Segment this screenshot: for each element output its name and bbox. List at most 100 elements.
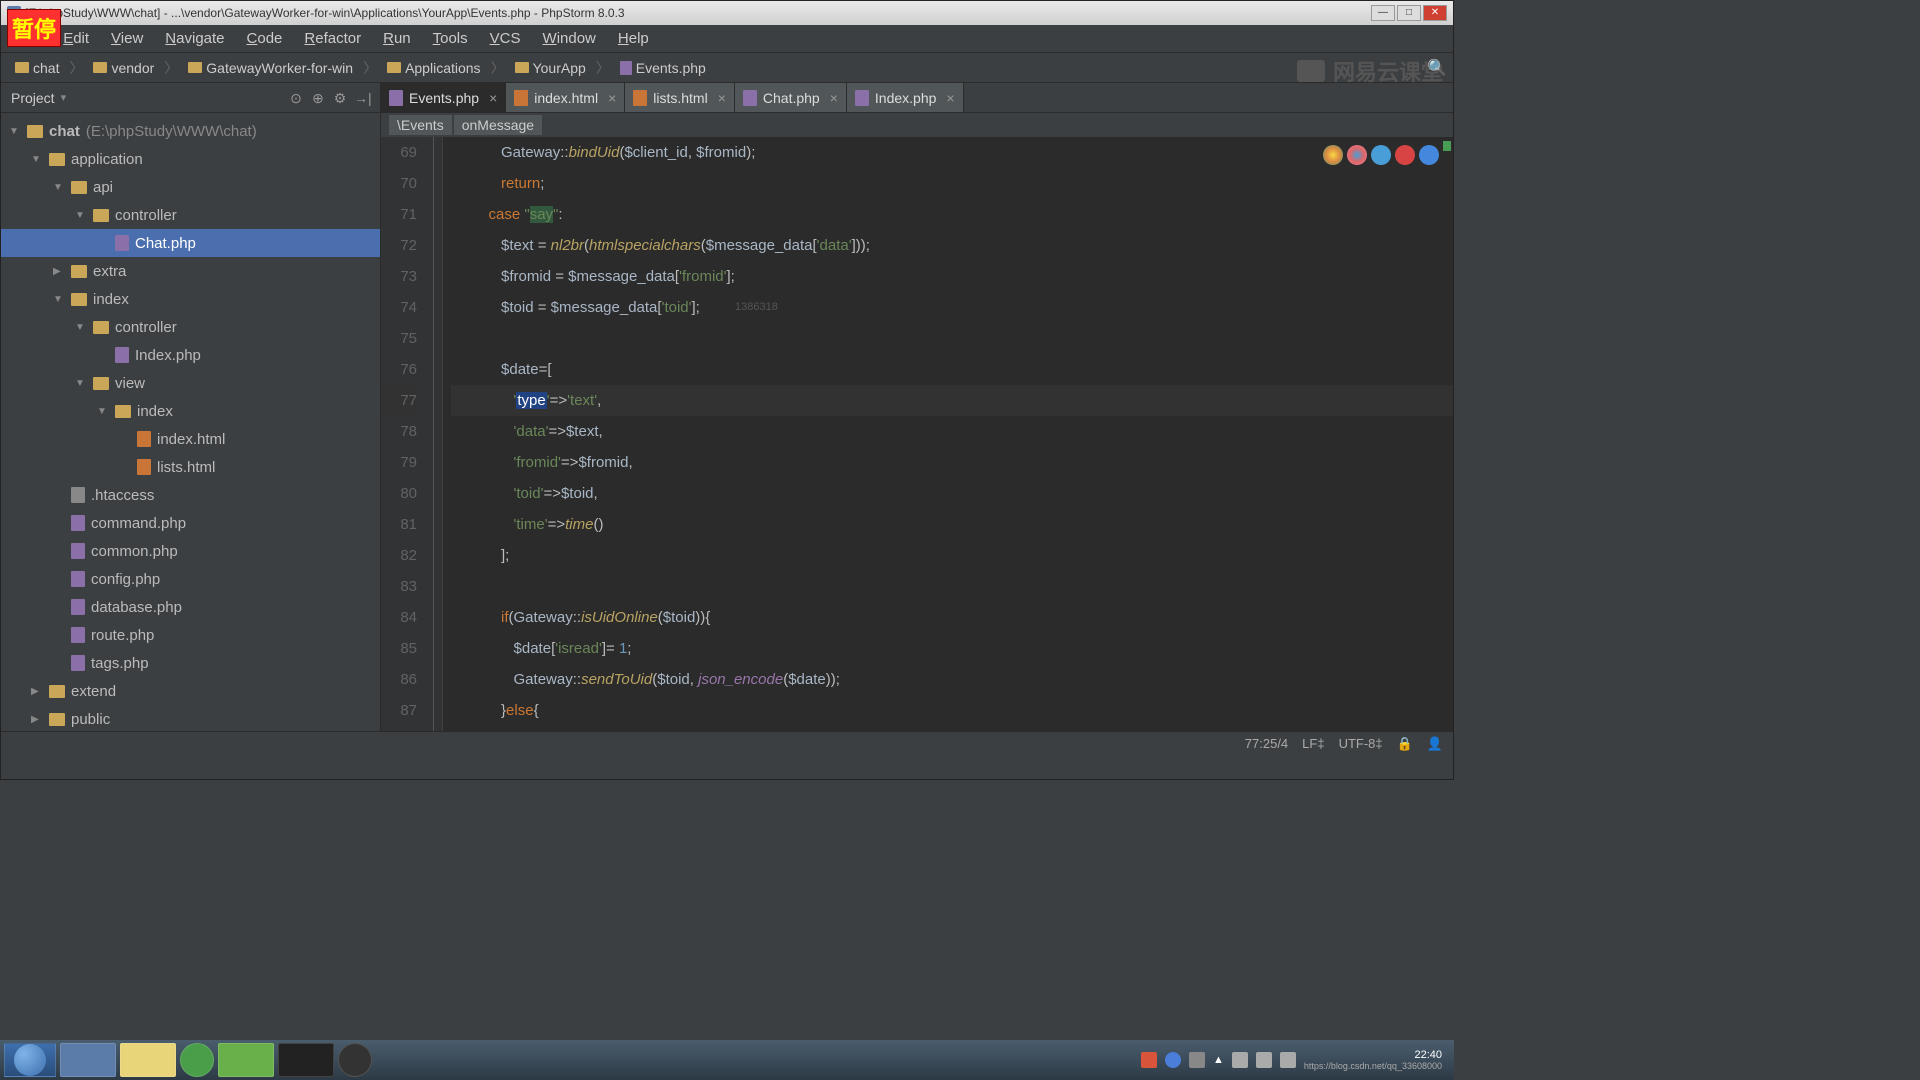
tab-lists-html[interactable]: lists.html× (625, 83, 735, 112)
tray-speaker-icon[interactable] (1232, 1052, 1248, 1068)
maximize-button[interactable]: □ (1397, 5, 1421, 21)
tree-item-index[interactable]: ▼index (1, 285, 380, 313)
tree-item-route-php[interactable]: route.php (1, 621, 380, 649)
tray-ime-icon[interactable] (1280, 1052, 1296, 1068)
tree-item-command-php[interactable]: command.php (1, 509, 380, 537)
tray-icon[interactable] (1189, 1052, 1205, 1068)
tree-item-api[interactable]: ▼api (1, 173, 380, 201)
tab-index-html[interactable]: index.html× (506, 83, 625, 112)
breadcrumb-item[interactable]: vendor (85, 58, 162, 78)
tab-Events-php[interactable]: Events.php× (381, 83, 506, 112)
line-separator[interactable]: LF‡ (1302, 736, 1324, 751)
locate-icon[interactable]: ⊕ (310, 90, 326, 106)
tray-icon[interactable] (1165, 1052, 1181, 1068)
code-line[interactable]: Gateway::sendToUid($toid, json_encode($d… (451, 664, 1453, 695)
code-line[interactable]: 'fromid'=>$fromid, (451, 447, 1453, 478)
code-line[interactable]: ]; (451, 540, 1453, 571)
tree-item-public[interactable]: ▶public (1, 705, 380, 731)
code-line[interactable]: Gateway::bindUid($client_id, $fromid); (451, 137, 1453, 168)
tree-item-lists-html[interactable]: lists.html (1, 453, 380, 481)
tree-item-database-php[interactable]: database.php (1, 593, 380, 621)
navpath-item[interactable]: onMessage (454, 115, 542, 135)
tab-Index-php[interactable]: Index.php× (847, 83, 964, 112)
menu-vcs[interactable]: VCS (480, 26, 531, 51)
code-line[interactable] (451, 571, 1453, 602)
tab-close-icon[interactable]: × (830, 90, 838, 106)
menu-code[interactable]: Code (237, 26, 293, 51)
tree-item-tags-php[interactable]: tags.php (1, 649, 380, 677)
hector-icon[interactable]: 👤 (1427, 736, 1443, 752)
menu-refactor[interactable]: Refactor (294, 26, 371, 51)
menu-view[interactable]: View (101, 26, 153, 51)
navpath-item[interactable]: \Events (389, 115, 452, 135)
menu-run[interactable]: Run (373, 26, 421, 51)
code-line[interactable]: if(Gateway::isUidOnline($toid)){ (451, 602, 1453, 633)
tree-item--htaccess[interactable]: .htaccess (1, 481, 380, 509)
breadcrumb-item[interactable]: GatewayWorker-for-win (180, 58, 361, 78)
tab-close-icon[interactable]: × (718, 90, 726, 106)
tree-item-extra[interactable]: ▶extra (1, 257, 380, 285)
code-line[interactable]: return; (451, 168, 1453, 199)
tree-item-index[interactable]: ▼index (1, 397, 380, 425)
tree-item-extend[interactable]: ▶extend (1, 677, 380, 705)
gear-icon[interactable]: ⚙ (332, 90, 348, 106)
tab-close-icon[interactable]: × (608, 90, 616, 106)
taskbar-app-ie[interactable] (180, 1043, 214, 1077)
tray-icon[interactable] (1141, 1052, 1157, 1068)
code-line[interactable]: case "say": (451, 199, 1453, 230)
taskbar-app-cmd[interactable] (278, 1043, 334, 1077)
code-line[interactable]: 'data'=>$text, (451, 416, 1453, 447)
tree-root[interactable]: ▼ chat (E:\phpStudy\WWW\chat) (1, 117, 380, 145)
collapse-icon[interactable]: ⊙ (288, 90, 304, 106)
project-panel-title[interactable]: Project (11, 90, 55, 106)
taskbar-app-phpstorm[interactable] (60, 1043, 116, 1077)
breadcrumb-item[interactable]: YourApp (507, 58, 594, 78)
tab-close-icon[interactable]: × (946, 90, 954, 106)
tree-item-config-php[interactable]: config.php (1, 565, 380, 593)
tree-item-Index-php[interactable]: Index.php (1, 341, 380, 369)
tree-item-controller[interactable]: ▼controller (1, 313, 380, 341)
code-line[interactable]: $date['isread']= 1; (451, 633, 1453, 664)
search-icon[interactable]: 🔍 (1427, 58, 1447, 78)
breadcrumb-item[interactable]: chat (7, 58, 67, 78)
code-line[interactable]: $text = nl2br(htmlspecialchars($message_… (451, 230, 1453, 261)
code-line[interactable]: }else{ (451, 695, 1453, 726)
code-line[interactable]: 'type'=>'text', (451, 385, 1453, 416)
menu-navigate[interactable]: Navigate (155, 26, 234, 51)
breadcrumb-item[interactable]: Applications (379, 58, 489, 78)
chevron-down-icon[interactable]: ▾ (61, 91, 67, 104)
hide-icon[interactable]: →| (354, 90, 370, 106)
tab-Chat-php[interactable]: Chat.php× (735, 83, 847, 112)
tree-item-common-php[interactable]: common.php (1, 537, 380, 565)
code-line[interactable] (451, 323, 1453, 354)
tab-close-icon[interactable]: × (489, 90, 497, 106)
code-line[interactable]: 'time'=>time() (451, 509, 1453, 540)
system-clock[interactable]: 22:40 https://blog.csdn.net/qq_33608000 (1304, 1049, 1450, 1071)
code-line[interactable]: $toid = $message_data['toid']; (451, 292, 1453, 323)
tree-item-application[interactable]: ▼application (1, 145, 380, 173)
lock-icon[interactable]: 🔒 (1397, 736, 1413, 752)
project-tree[interactable]: ▼ chat (E:\phpStudy\WWW\chat) ▼applicati… (1, 113, 380, 731)
code-line[interactable]: $fromid = $message_data['fromid']; (451, 261, 1453, 292)
breadcrumb-item[interactable]: Events.php (612, 58, 714, 78)
menu-window[interactable]: Window (533, 26, 606, 51)
code-line[interactable]: 'toid'=>$toid, (451, 478, 1453, 509)
minimize-button[interactable]: — (1371, 5, 1395, 21)
code-area[interactable]: 69707172737475767778798081828384858687 G… (381, 137, 1453, 731)
taskbar-app-green[interactable] (218, 1043, 274, 1077)
tray-network-icon[interactable] (1256, 1052, 1272, 1068)
code-content[interactable]: Gateway::bindUid($client_id, $fromid); r… (443, 137, 1453, 731)
tray-chevron-icon[interactable]: ▲ (1213, 1054, 1224, 1066)
taskbar-app-obs[interactable] (338, 1043, 372, 1077)
tree-item-Chat-php[interactable]: Chat.php (1, 229, 380, 257)
menu-help[interactable]: Help (608, 26, 659, 51)
taskbar-app-explorer[interactable] (120, 1043, 176, 1077)
menu-tools[interactable]: Tools (423, 26, 478, 51)
close-button[interactable]: ✕ (1423, 5, 1447, 21)
fold-gutter[interactable] (427, 137, 443, 731)
tree-item-view[interactable]: ▼view (1, 369, 380, 397)
file-encoding[interactable]: UTF-8‡ (1339, 736, 1383, 751)
tree-item-controller[interactable]: ▼controller (1, 201, 380, 229)
code-line[interactable]: $date=[ (451, 354, 1453, 385)
tree-item-index-html[interactable]: index.html (1, 425, 380, 453)
